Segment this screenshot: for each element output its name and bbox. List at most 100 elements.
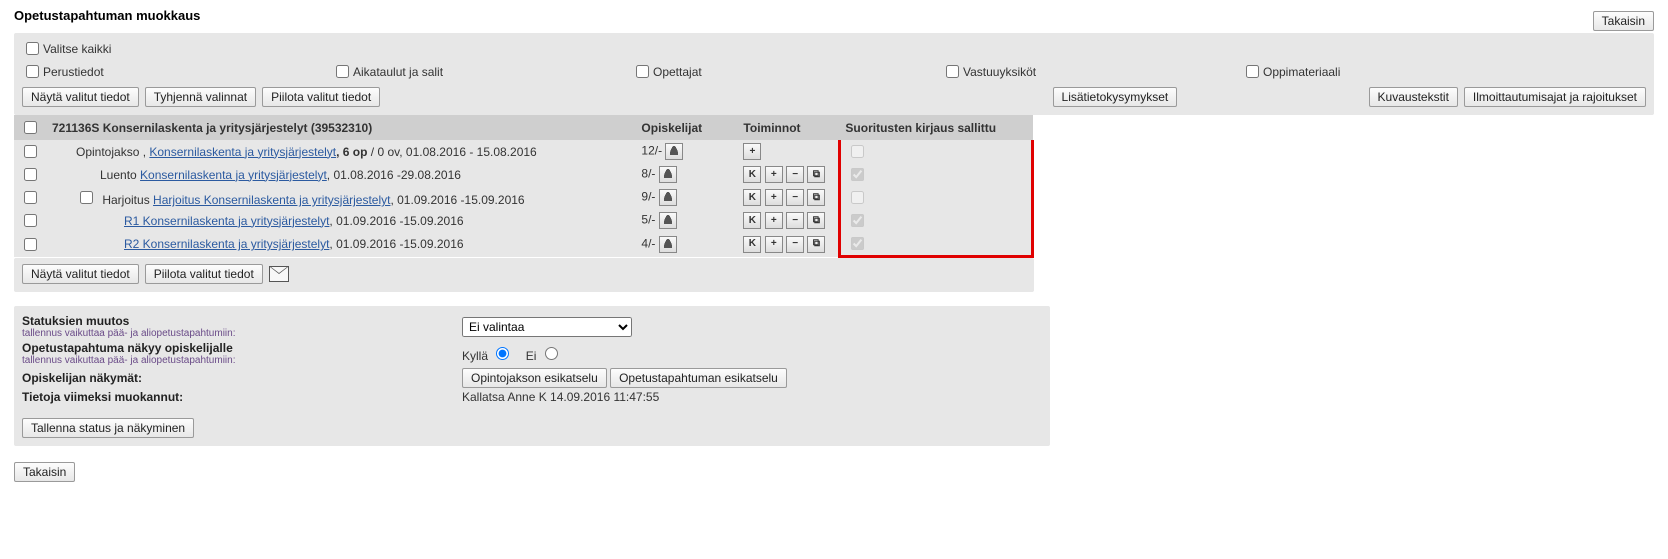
copy-icon[interactable]: ⧉ — [807, 166, 825, 183]
row-prefix: Harjoitus — [102, 193, 153, 207]
person-icon[interactable] — [659, 166, 677, 183]
suoritus-checkbox — [851, 214, 864, 227]
plus-icon[interactable]: + — [765, 236, 783, 253]
k-icon[interactable]: K — [743, 212, 761, 229]
status-select[interactable]: Ei valintaa — [462, 317, 632, 337]
select-all-label: Valitse kaikki — [43, 42, 111, 56]
suoritus-checkbox — [851, 168, 864, 181]
k-icon[interactable]: K — [743, 189, 761, 206]
students-count: 4/- — [641, 236, 655, 250]
views-label: Opiskelijan näkymät: — [22, 371, 462, 385]
kuvaustekstit-button[interactable]: Kuvaustekstit — [1369, 87, 1458, 107]
row-suffix: , 01.09.2016 -15.09.2016 — [329, 237, 463, 251]
lastedit-value: Kallatsa Anne K 14.09.2016 11:47:55 — [462, 390, 659, 404]
page-title: Opetustapahtuman muokkaus — [14, 8, 200, 23]
row-checkbox[interactable] — [24, 191, 37, 204]
th-toiminnot: Toiminnot — [737, 115, 839, 140]
aikataulut-label: Aikataulut ja salit — [353, 65, 443, 79]
aikataulut-checkbox[interactable] — [336, 65, 349, 78]
row-checkbox[interactable] — [24, 214, 37, 227]
radio-yes[interactable] — [496, 347, 509, 360]
minus-icon[interactable]: − — [786, 212, 804, 229]
preview-event-button[interactable]: Opetustapahtuman esikatselu — [610, 368, 787, 388]
row-suffix: , 01.09.2016 -15.09.2016 — [390, 193, 524, 207]
suoritus-checkbox — [851, 191, 864, 204]
ilmoittautumis-button[interactable]: Ilmoittautumisajat ja rajoitukset — [1464, 87, 1646, 107]
row-link[interactable]: R2 Konsernilaskenta ja yritysjärjestelyt — [124, 237, 329, 251]
person-icon[interactable] — [659, 212, 677, 229]
students-count: 12/- — [641, 144, 662, 158]
back-button-bottom[interactable]: Takaisin — [14, 462, 75, 482]
perustiedot-checkbox[interactable] — [26, 65, 39, 78]
plus-icon[interactable]: + — [765, 166, 783, 183]
table-row: Opintojakso , Konsernilaskenta ja yritys… — [14, 140, 1033, 163]
k-icon[interactable]: K — [743, 166, 761, 183]
status-sub: tallennus vaikuttaa pää- ja aliopetustap… — [22, 328, 462, 339]
minus-icon[interactable]: − — [786, 236, 804, 253]
person-icon[interactable] — [659, 189, 677, 206]
row-checkbox[interactable] — [24, 145, 37, 158]
row-link[interactable]: R1 Konsernilaskenta ja yritysjärjestelyt — [124, 214, 329, 228]
row-link[interactable]: Konsernilaskenta ja yritysjärjestelyt — [140, 168, 327, 182]
plus-icon[interactable]: + — [743, 143, 761, 160]
show-selected-button-2[interactable]: Näytä valitut tiedot — [22, 264, 139, 284]
row-suffix-bold: , 6 op — [336, 145, 367, 159]
visibility-sub: tallennus vaikuttaa pää- ja aliopetustap… — [22, 355, 462, 366]
minus-icon[interactable]: − — [786, 189, 804, 206]
row-sub-checkbox[interactable] — [80, 191, 93, 204]
lastedit-label: Tietoja viimeksi muokannut: — [22, 390, 462, 404]
students-count: 9/- — [641, 190, 655, 204]
vastuuyksikot-label: Vastuuyksiköt — [963, 65, 1036, 79]
select-all-checkbox[interactable] — [26, 42, 39, 55]
copy-icon[interactable]: ⧉ — [807, 212, 825, 229]
k-icon[interactable]: K — [743, 236, 761, 253]
oppimateriaali-label: Oppimateriaali — [1263, 65, 1340, 79]
vastuuyksikot-checkbox[interactable] — [946, 65, 959, 78]
show-selected-button[interactable]: Näytä valitut tiedot — [22, 87, 139, 107]
person-icon[interactable] — [659, 236, 677, 253]
hide-selected-button-2[interactable]: Piilota valitut tiedot — [145, 264, 263, 284]
course-table: 721136S Konsernilaskenta ja yritysjärjes… — [14, 115, 1034, 258]
row-prefix: Opintojakso , — [76, 145, 149, 159]
th-opiskelijat: Opiskelijat — [635, 115, 737, 140]
save-status-button[interactable]: Tallenna status ja näkyminen — [22, 418, 194, 438]
visibility-label: Opetustapahtuma näkyy opiskelijalle — [22, 341, 462, 355]
students-count: 8/- — [641, 167, 655, 181]
table-row: R1 Konsernilaskenta ja yritysjärjestelyt… — [14, 209, 1033, 232]
back-button-top[interactable]: Takaisin — [1593, 11, 1654, 31]
row-checkbox[interactable] — [24, 168, 37, 181]
th-suoritukset: Suoritusten kirjaus sallittu — [839, 115, 1032, 140]
row-link[interactable]: Harjoitus Konsernilaskenta ja yritysjärj… — [153, 193, 390, 207]
table-select-all-checkbox[interactable] — [24, 121, 37, 134]
lisatieto-button[interactable]: Lisätietokysymykset — [1053, 87, 1178, 107]
preview-course-button[interactable]: Opintojakson esikatselu — [462, 368, 607, 388]
suoritus-checkbox — [851, 145, 864, 158]
row-prefix: Luento — [100, 168, 140, 182]
oppimateriaali-checkbox[interactable] — [1246, 65, 1259, 78]
status-form: Statuksien muutos tallennus vaikuttaa pä… — [14, 306, 1050, 446]
radio-no-label: Ei — [526, 349, 537, 363]
perustiedot-label: Perustiedot — [43, 65, 104, 79]
clear-selections-button[interactable]: Tyhjennä valinnat — [145, 87, 256, 107]
th-name: 721136S Konsernilaskenta ja yritysjärjes… — [46, 115, 635, 140]
opettajat-checkbox[interactable] — [636, 65, 649, 78]
table-row: R2 Konsernilaskenta ja yritysjärjestelyt… — [14, 232, 1033, 257]
mail-icon[interactable] — [269, 266, 289, 282]
opettajat-label: Opettajat — [653, 65, 702, 79]
row-suffix: , 01.09.2016 -15.09.2016 — [329, 214, 463, 228]
plus-icon[interactable]: + — [765, 189, 783, 206]
radio-no[interactable] — [545, 347, 558, 360]
copy-icon[interactable]: ⧉ — [807, 236, 825, 253]
minus-icon[interactable]: − — [786, 166, 804, 183]
hide-selected-button[interactable]: Piilota valitut tiedot — [262, 87, 380, 107]
row-checkbox[interactable] — [24, 238, 37, 251]
plus-icon[interactable]: + — [765, 212, 783, 229]
copy-icon[interactable]: ⧉ — [807, 189, 825, 206]
person-icon[interactable] — [665, 143, 683, 160]
row-link[interactable]: Konsernilaskenta ja yritysjärjestelyt — [149, 145, 336, 159]
students-count: 5/- — [641, 213, 655, 227]
row-suffix: , 01.08.2016 -29.08.2016 — [327, 168, 461, 182]
filter-panel: Valitse kaikki Perustiedot Aikataulut ja… — [14, 33, 1654, 115]
row-suffix: / 0 ov, 01.08.2016 - 15.08.2016 — [367, 145, 536, 159]
table-row: Luento Konsernilaskenta ja yritysjärjest… — [14, 163, 1033, 186]
